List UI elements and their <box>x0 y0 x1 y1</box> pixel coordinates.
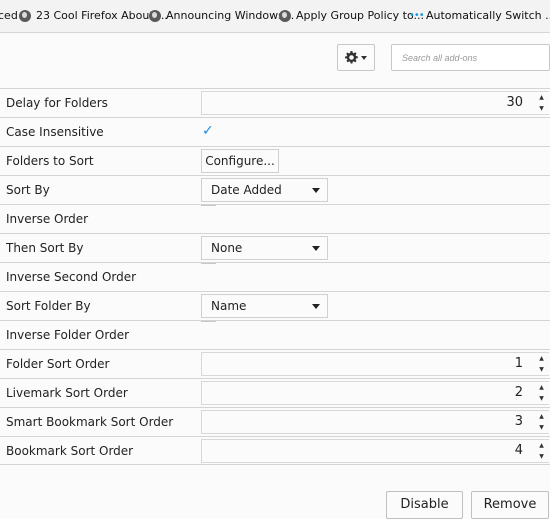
setting-label: Sort By <box>6 183 50 197</box>
setting-row-inverse-order: Inverse Order <box>0 204 550 233</box>
globe-icon <box>19 10 31 22</box>
bookmark-label: ced <box>0 9 18 22</box>
setting-row-inverse-folder-order: Inverse Folder Order <box>0 320 550 349</box>
chevron-down-icon <box>361 55 367 60</box>
dropdown-arrow-icon <box>312 246 320 251</box>
setting-label: Livemark Sort Order <box>6 386 128 400</box>
spin-down-icon[interactable]: ▼ <box>539 394 544 403</box>
dots-icon: ••• <box>409 10 425 21</box>
setting-row-delay-for-folders: Delay for Folders 30 ▲ ▼ <box>0 88 550 117</box>
setting-row-sort-by: Sort By Date Added <box>0 175 550 204</box>
setting-row-case-insensitive: Case Insensitive ✓ <box>0 117 550 146</box>
bookmark-item[interactable]: ••• Automatically Switch ... <box>409 8 550 24</box>
setting-label: Inverse Order <box>6 212 89 226</box>
spin-up-icon[interactable]: ▲ <box>539 354 544 363</box>
setting-row-inverse-second-order: Inverse Second Order <box>0 262 550 291</box>
then-sort-by-select[interactable]: None <box>201 236 328 260</box>
setting-label: Folders to Sort <box>6 154 94 168</box>
bookmark-sort-order-input[interactable]: 4 ▲ ▼ <box>201 439 549 463</box>
setting-label: Folder Sort Order <box>6 357 110 371</box>
search-input[interactable] <box>391 44 550 71</box>
folder-sort-order-input[interactable]: 1 ▲ ▼ <box>201 352 549 376</box>
setting-row-livemark-sort-order: Livemark Sort Order 2 ▲ ▼ <box>0 378 550 407</box>
dropdown-arrow-icon <box>312 188 320 193</box>
setting-label: Inverse Folder Order <box>6 328 130 342</box>
setting-label: Inverse Second Order <box>6 270 137 284</box>
bookmark-item[interactable]: ced <box>0 8 18 24</box>
spinner[interactable]: ▲ ▼ <box>535 354 548 374</box>
bookmarks-toolbar: ced 23 Cool Firefox About:... Announcing… <box>0 0 550 33</box>
spinner[interactable]: ▲ ▼ <box>535 441 548 461</box>
delay-for-folders-input[interactable]: 30 ▲ ▼ <box>201 91 549 115</box>
smart-bookmark-sort-order-input[interactable]: 3 ▲ ▼ <box>201 410 549 434</box>
inverse-second-order-checkbox[interactable] <box>201 263 216 264</box>
number-value: 1 <box>514 356 523 371</box>
spinner[interactable]: ▲ ▼ <box>535 93 548 113</box>
setting-row-bookmark-sort-order: Bookmark Sort Order 4 ▲ ▼ <box>0 436 550 465</box>
disable-button[interactable]: Disable <box>386 491 463 519</box>
bookmark-label: Automatically Switch ... <box>426 9 550 22</box>
select-value: Name <box>211 299 247 313</box>
setting-label: Delay for Folders <box>6 96 108 110</box>
spin-up-icon[interactable]: ▲ <box>539 93 544 102</box>
globe-icon <box>149 10 161 22</box>
spin-up-icon[interactable]: ▲ <box>539 383 544 392</box>
setting-row-sort-folder-by: Sort Folder By Name <box>0 291 550 320</box>
setting-row-folders-to-sort: Folders to Sort Configure... <box>0 146 550 175</box>
remove-button[interactable]: Remove <box>471 491 549 519</box>
setting-label: Bookmark Sort Order <box>6 444 134 458</box>
spinner[interactable]: ▲ ▼ <box>535 412 548 432</box>
globe-icon <box>279 10 291 22</box>
configure-button[interactable]: Configure... <box>201 149 279 173</box>
livemark-sort-order-input[interactable]: 2 ▲ ▼ <box>201 381 549 405</box>
tools-gear-button[interactable] <box>337 44 375 71</box>
inverse-folder-order-checkbox[interactable] <box>201 321 216 322</box>
spin-down-icon[interactable]: ▼ <box>539 452 544 461</box>
setting-label: Case Insensitive <box>6 125 104 139</box>
number-value: 2 <box>514 385 523 400</box>
dropdown-arrow-icon <box>312 304 320 309</box>
bookmark-item[interactable]: Announcing Windows... <box>149 8 294 24</box>
number-value: 30 <box>506 95 523 110</box>
select-value: Date Added <box>211 183 282 197</box>
spin-up-icon[interactable]: ▲ <box>539 412 544 421</box>
spin-up-icon[interactable]: ▲ <box>539 441 544 450</box>
bookmark-label: Announcing Windows... <box>166 9 295 22</box>
spin-down-icon[interactable]: ▼ <box>539 104 544 113</box>
number-value: 4 <box>514 443 523 458</box>
setting-label: Then Sort By <box>6 241 84 255</box>
bookmark-label: Apply Group Policy to... <box>296 9 425 22</box>
bookmark-item[interactable]: 23 Cool Firefox About:... <box>19 8 168 24</box>
spinner[interactable]: ▲ ▼ <box>535 383 548 403</box>
setting-row-folder-sort-order: Folder Sort Order 1 ▲ ▼ <box>0 349 550 378</box>
setting-label: Sort Folder By <box>6 299 91 313</box>
sort-folder-by-select[interactable]: Name <box>201 294 328 318</box>
spin-down-icon[interactable]: ▼ <box>539 365 544 374</box>
bookmark-item[interactable]: Apply Group Policy to... <box>279 8 424 24</box>
setting-label: Smart Bookmark Sort Order <box>6 415 174 429</box>
case-insensitive-checkbox[interactable]: ✓ <box>202 123 214 139</box>
setting-row-then-sort-by: Then Sort By None <box>0 233 550 262</box>
setting-row-smart-bookmark-sort-order: Smart Bookmark Sort Order 3 ▲ ▼ <box>0 407 550 436</box>
addon-settings-list: Delay for Folders 30 ▲ ▼ Case Insensitive… <box>0 88 550 465</box>
gear-icon <box>345 51 358 64</box>
sort-by-select[interactable]: Date Added <box>201 178 328 202</box>
number-value: 3 <box>514 414 523 429</box>
spin-down-icon[interactable]: ▼ <box>539 423 544 432</box>
inverse-order-checkbox[interactable] <box>201 205 216 206</box>
select-value: None <box>211 241 243 255</box>
